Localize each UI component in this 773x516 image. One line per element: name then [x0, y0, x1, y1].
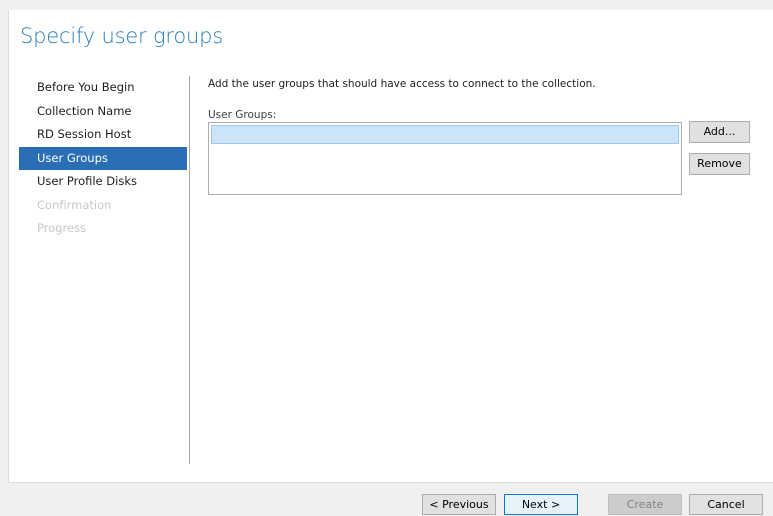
user-groups-label: User Groups:	[208, 109, 277, 121]
wizard-content-panel: Specify user groups Before You Begin Col…	[8, 10, 773, 482]
nav-item-user-groups[interactable]: User Groups	[19, 146, 187, 170]
nav-item-confirmation: Confirmation	[37, 197, 112, 212]
page-title: Specify user groups	[20, 24, 223, 48]
wizard-window: Specify user groups Before You Begin Col…	[0, 0, 773, 516]
nav-item-before-you-begin[interactable]: Before You Begin	[19, 76, 187, 100]
next-button[interactable]: Next >	[504, 494, 578, 515]
nav-item-rd-session-host[interactable]: RD Session Host	[19, 123, 187, 147]
remove-button[interactable]: Remove	[689, 153, 750, 175]
nav-divider	[189, 76, 190, 464]
wizard-nav: Before You Begin Collection Name RD Sess…	[19, 76, 187, 241]
footer-divider	[8, 482, 773, 483]
nav-item-collection-name[interactable]: Collection Name	[19, 100, 187, 124]
instruction-text: Add the user groups that should have acc…	[208, 78, 596, 90]
nav-item-user-profile-disks[interactable]: User Profile Disks	[19, 170, 187, 194]
list-item-selected[interactable]	[211, 125, 679, 144]
user-groups-list[interactable]	[208, 122, 682, 195]
add-button[interactable]: Add...	[689, 121, 750, 143]
nav-item-progress: Progress	[37, 221, 87, 235]
previous-button[interactable]: < Previous	[422, 494, 496, 515]
create-button: Create	[608, 494, 682, 515]
cancel-button[interactable]: Cancel	[689, 494, 763, 515]
